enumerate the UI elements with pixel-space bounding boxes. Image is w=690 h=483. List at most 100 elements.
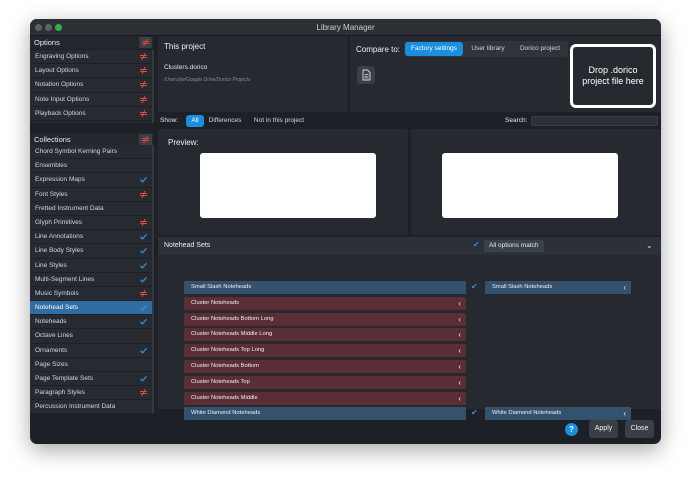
collections-item-label: Line Styles: [35, 261, 67, 269]
collections-item[interactable]: Ensembles: [30, 159, 152, 174]
collections-item[interactable]: Expression Maps: [30, 173, 152, 188]
this-project-title: This project: [164, 42, 206, 51]
diff-left-item[interactable]: Small Slash Noteheads: [184, 281, 466, 294]
filter-differences[interactable]: Differences: [206, 115, 244, 127]
collections-item-label: Font Styles: [35, 190, 68, 198]
collections-item[interactable]: Font Styles: [30, 188, 152, 202]
filter-all[interactable]: All: [186, 115, 204, 127]
diff-left-item-label: Cluster Noteheads: [191, 299, 240, 306]
options-item[interactable]: Notation Options: [30, 78, 152, 93]
collections-scrollbar[interactable]: [152, 145, 154, 413]
apply-button[interactable]: Apply: [589, 420, 618, 438]
options-item-label: Note Input Options: [35, 95, 90, 103]
collections-item[interactable]: Noteheads: [30, 315, 152, 330]
collections-item[interactable]: Glyph Primitives: [30, 216, 152, 231]
collections-item-label: Expression Maps: [35, 176, 85, 184]
diff-left-item[interactable]: White Diamond Noteheads: [184, 407, 466, 421]
diff-left-item-label: Cluster Noteheads Top: [191, 378, 250, 385]
diff-right-item[interactable]: White Diamond Noteheads ‹: [485, 407, 631, 421]
collections-merge-button[interactable]: [139, 134, 152, 145]
filter-not-in-project[interactable]: Not in this project: [248, 115, 310, 127]
project-path: /Users/jw/Google Drive/Dorico Projects: [164, 77, 251, 83]
options-item[interactable]: Note Input Options: [30, 93, 152, 107]
close-button[interactable]: Close: [625, 420, 654, 438]
this-project-panel: This project Clusters.dorico /Users/jw/G…: [158, 36, 348, 112]
collections-item-label: Notehead Sets: [35, 304, 79, 312]
options-item[interactable]: Layout Options: [30, 64, 152, 79]
diff-left-item-label: Cluster Noteheads Top Long: [191, 347, 265, 354]
collections-item[interactable]: Multi-Segment Lines: [30, 273, 152, 287]
checkmark-icon: [140, 319, 147, 325]
collections-item[interactable]: Line Annotations: [30, 230, 152, 245]
not-equal-icon: [140, 289, 147, 298]
not-equal-icon: [140, 388, 147, 397]
compare-user-library[interactable]: User library: [465, 42, 511, 56]
show-label: Show:: [160, 117, 179, 124]
collections-item[interactable]: Line Styles: [30, 259, 152, 273]
options-scrollbar[interactable]: [152, 50, 154, 123]
chevron-left-icon[interactable]: ‹: [458, 376, 461, 389]
collections-item[interactable]: Paragraph Styles: [30, 386, 152, 401]
compare-panel: Compare to: Factory settings User librar…: [350, 36, 661, 112]
diff-left-item[interactable]: Cluster Noteheads Bottom ‹: [184, 360, 466, 373]
options-title: Options: [34, 38, 60, 47]
collections-item[interactable]: Page Template Sets: [30, 372, 152, 387]
compare-dorico-project[interactable]: Dorico project: [513, 42, 567, 56]
preview-panel-left: Preview:: [158, 129, 408, 235]
collections-item[interactable]: Ornaments: [30, 344, 152, 358]
chevron-left-icon[interactable]: ‹: [458, 344, 461, 357]
compare-segmented-control: Factory settings User library Dorico pro…: [404, 41, 568, 57]
options-item-label: Engraving Options: [35, 53, 89, 60]
diff-left-item-label: Cluster Noteheads Middle Long: [191, 331, 273, 338]
preview-label: Preview:: [168, 138, 199, 147]
title-bar: Library Manager: [30, 19, 661, 36]
collections-item-label: Fretted Instrument Data: [35, 204, 104, 212]
collections-item[interactable]: Chord Symbol Kerning Pairs: [30, 145, 152, 160]
drop-project-area[interactable]: Drop .dorico project file here: [570, 44, 656, 108]
all-options-match-label: All options match: [484, 240, 544, 252]
options-item[interactable]: Engraving Options: [30, 50, 152, 65]
collections-item[interactable]: Fretted Instrument Data: [30, 202, 152, 216]
diff-left-item[interactable]: Cluster Noteheads Top ‹: [184, 375, 466, 389]
diff-left-item[interactable]: Cluster Noteheads Middle Long ‹: [184, 328, 466, 342]
collections-item[interactable]: Percussion Instrument Data: [30, 400, 152, 413]
filter-bar: Show: All Differences Not in this projec…: [158, 114, 661, 128]
chevron-left-icon[interactable]: ‹: [458, 328, 461, 341]
diff-left-item[interactable]: Cluster Noteheads ‹: [184, 296, 466, 310]
checkmark-icon: [140, 276, 147, 283]
chevron-left-icon[interactable]: ‹: [458, 313, 461, 326]
collections-title: Collections: [34, 135, 71, 144]
collections-list: Chord Symbol Kerning Pairs Ensembles Expre…: [30, 145, 152, 413]
chevron-left-icon[interactable]: ‹: [458, 360, 461, 373]
checkmark-icon: [140, 177, 147, 184]
checkmark-icon: [140, 262, 147, 269]
options-merge-button[interactable]: [139, 37, 152, 48]
collections-item-label: Percussion Instrument Data: [35, 403, 116, 411]
diff-left-item[interactable]: Cluster Noteheads Top Long ‹: [184, 344, 466, 358]
options-item-label: Layout Options: [35, 67, 79, 75]
collections-item[interactable]: Line Body Styles: [30, 244, 152, 259]
collections-item-label: Music Symbols: [35, 289, 79, 297]
notehead-sets-header[interactable]: Notehead Sets ✔ All options match ⌄: [158, 237, 661, 255]
library-manager-window: Library Manager Options Engraving Option…: [30, 19, 661, 444]
chevron-left-icon[interactable]: ‹: [458, 392, 461, 405]
chevron-left-icon[interactable]: ‹: [623, 281, 626, 294]
chevron-left-icon[interactable]: ‹: [458, 297, 461, 310]
chevron-left-icon[interactable]: ‹: [623, 407, 626, 420]
diff-right-item[interactable]: Small Slash Noteheads ‹: [485, 281, 631, 294]
diff-left-item[interactable]: Cluster Noteheads Bottom Long ‹: [184, 312, 466, 326]
collections-item-label: Line Body Styles: [35, 247, 84, 255]
collections-item[interactable]: Music Symbols: [30, 287, 152, 302]
open-document-button[interactable]: [357, 66, 375, 84]
collections-item[interactable]: Page Sizes: [30, 358, 152, 372]
help-button[interactable]: ?: [565, 423, 578, 436]
chevron-down-icon[interactable]: ⌄: [646, 241, 653, 250]
search-input[interactable]: [531, 116, 658, 126]
collections-item[interactable]: Notehead Sets: [30, 301, 152, 316]
not-equal-icon: [140, 81, 147, 89]
options-item[interactable]: Playback Options: [30, 107, 152, 121]
not-equal-icon: [140, 52, 147, 61]
collections-item[interactable]: Octave Lines: [30, 329, 152, 344]
compare-factory-settings[interactable]: Factory settings: [405, 42, 463, 56]
diff-left-item[interactable]: Cluster Noteheads Middle ‹: [184, 391, 466, 405]
